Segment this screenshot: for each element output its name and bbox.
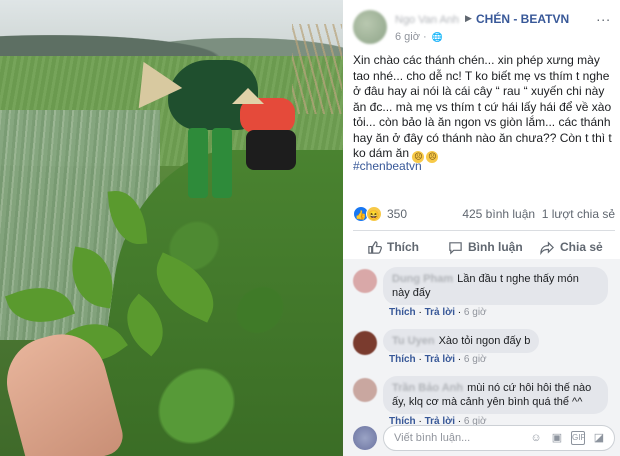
camera-icon[interactable]: ▣ bbox=[550, 431, 564, 445]
post-actions: Thích Bình luận Chia sẻ bbox=[353, 234, 615, 260]
globe-icon: 🌐 bbox=[431, 32, 443, 42]
post-header: Ngo Van Anh ▶ CHÉN - BEATVN ... 6 giờ · … bbox=[353, 8, 613, 46]
comment-bubble: Tu Uyen Xào tỏi ngon đấy b bbox=[383, 329, 540, 353]
sweat-emoji-icon: ☹ bbox=[426, 151, 439, 163]
comment-time[interactable]: 6 giờ bbox=[464, 307, 487, 318]
comment-bubble: Dung Pham Lần đầu t nghe thấy món này đấy bbox=[383, 267, 608, 305]
commenter-avatar[interactable] bbox=[353, 269, 377, 293]
commenter-name[interactable]: Dung Pham bbox=[392, 273, 453, 285]
sticker-icon[interactable]: ◪ bbox=[592, 431, 606, 445]
comment-bubble: Trần Bảo Anh mùi nó cứ hôi hôi thế nào ấy… bbox=[383, 376, 608, 414]
author-avatar[interactable] bbox=[353, 10, 387, 44]
composer-icons: ☺ ▣ GIF ◪ bbox=[529, 431, 606, 445]
post-photo[interactable] bbox=[0, 0, 343, 456]
post-panel: Ngo Van Anh ▶ CHÉN - BEATVN ... 6 giờ · … bbox=[343, 0, 620, 456]
share-icon bbox=[540, 240, 554, 255]
photo-person-red bbox=[232, 88, 302, 200]
emoji-icon[interactable]: ☺ bbox=[529, 431, 543, 445]
arrow-right-icon: ▶ bbox=[465, 13, 472, 23]
post-time[interactable]: 6 giờ · 🌐 bbox=[395, 31, 443, 43]
commenter-name[interactable]: Tu Uyen bbox=[392, 335, 435, 347]
thumbs-up-icon bbox=[368, 240, 382, 254]
haha-reaction-icon[interactable]: 😆 bbox=[366, 206, 382, 222]
commenter-avatar[interactable] bbox=[353, 378, 377, 402]
post-text: Xin chào các thánh chén... xin phép xưng… bbox=[353, 53, 612, 163]
comment-input[interactable]: Viết bình luận... ☺ ▣ GIF ◪ bbox=[383, 425, 615, 451]
comment-input-placeholder: Viết bình luận... bbox=[394, 432, 471, 444]
author-name[interactable]: Ngo Van Anh bbox=[395, 14, 459, 26]
comment-reply-link[interactable]: Trả lời bbox=[425, 307, 455, 318]
current-user-avatar[interactable] bbox=[353, 426, 377, 450]
hashtag-link[interactable]: #chenbeatvn bbox=[353, 159, 422, 173]
comment-reply-link[interactable]: Trả lời bbox=[425, 354, 455, 365]
comment-like-link[interactable]: Thích bbox=[389, 307, 416, 318]
comment-time[interactable]: 6 giờ bbox=[464, 354, 487, 365]
comment-actions: Thích · Trả lời · 6 giờ bbox=[389, 354, 487, 365]
comment-composer: Viết bình luận... ☺ ▣ GIF ◪ bbox=[353, 425, 615, 453]
comment-button[interactable]: Bình luận bbox=[448, 234, 523, 260]
comment-text: Xào tỏi ngon đấy b bbox=[438, 335, 531, 347]
divider bbox=[353, 230, 615, 231]
like-button[interactable]: Thích bbox=[367, 234, 419, 260]
comments-shares-count[interactable]: 425 bình luận 1 lượt chia sẻ bbox=[462, 207, 615, 221]
comment-icon bbox=[449, 241, 462, 255]
reactions-bar: 👍 😆 350 425 bình luận 1 lượt chia sẻ bbox=[353, 206, 615, 222]
comment-like-link[interactable]: Thích bbox=[389, 354, 416, 365]
comment-actions: Thích · Trả lời · 6 giờ bbox=[389, 307, 487, 318]
share-button[interactable]: Chia sẻ bbox=[540, 234, 603, 260]
more-options-icon[interactable]: ... bbox=[596, 8, 611, 24]
group-name[interactable]: CHÉN - BEATVN bbox=[476, 12, 569, 26]
commenter-name[interactable]: Trần Bảo Anh bbox=[392, 382, 463, 394]
gif-icon[interactable]: GIF bbox=[571, 431, 585, 445]
commenter-avatar[interactable] bbox=[353, 331, 377, 355]
reaction-count[interactable]: 350 bbox=[387, 207, 407, 221]
